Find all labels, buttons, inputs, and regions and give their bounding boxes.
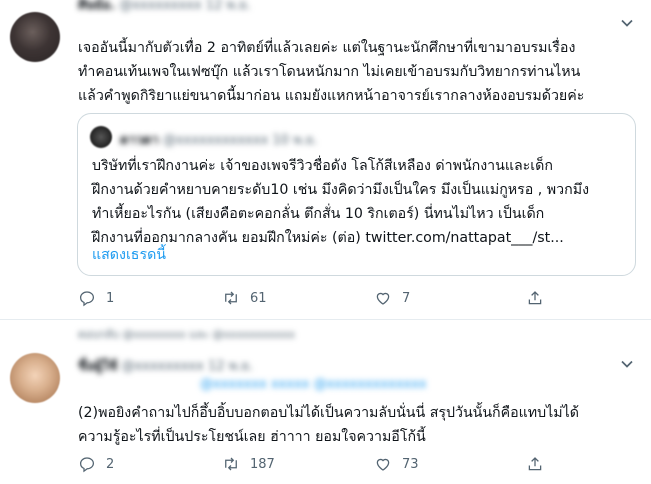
tweet-text-line: ความรู้อะไรที่เป็นประโยชน์เลย ฮ่าาาา ยอม… bbox=[78, 429, 426, 445]
quote-time: 10 พ.ย. bbox=[272, 133, 318, 148]
retweet-count: 61 bbox=[250, 290, 267, 306]
share-icon bbox=[528, 457, 542, 471]
retweet-button[interactable]: 61 bbox=[222, 289, 267, 307]
avatar[interactable] bbox=[10, 12, 60, 62]
replying-to: ตอบกลับ @xxxxxxxx และ @xxxxxxxxxxx bbox=[78, 328, 296, 341]
share-button[interactable] bbox=[526, 289, 544, 307]
mention-line[interactable]: @xxxxxxx xxxxx @xxxxxxxxxxxxx bbox=[200, 377, 427, 392]
like-count: 7 bbox=[402, 290, 411, 306]
quote-text-line[interactable]: ฝึกงานที่ออกมากลางคัน ยอมฝึกใหม่ค่ะ (ต่อ… bbox=[92, 226, 589, 250]
quote-author-header: ดาวดา @xxxxxxxxxxxx 10 พ.ย. bbox=[120, 129, 318, 150]
tweet-text: (2)พอยิงคำถามไปก็อึ้บอิ้บบอกตอบไม่ได้เป็… bbox=[78, 401, 579, 449]
avatar[interactable] bbox=[10, 353, 60, 403]
show-thread-link[interactable]: แสดงเธรดนี้ bbox=[92, 244, 166, 266]
quoted-tweet[interactable]: ดาวดา @xxxxxxxxxxxx 10 พ.ย. บริษัทที่เรา… bbox=[77, 113, 636, 276]
heart-icon bbox=[376, 458, 390, 471]
quote-author-name: ดาวดา bbox=[120, 133, 159, 148]
reply-button[interactable]: 1 bbox=[78, 289, 114, 307]
quote-text-line: ทำเหี้ยอะไรกัน (เสียงคือตะคอกลั่น ตึกสั่… bbox=[92, 206, 545, 222]
author-name[interactable]: ชื่อผู้ใช้ bbox=[78, 359, 117, 374]
author-handle: @xxxxxxxxx bbox=[119, 0, 202, 13]
like-button[interactable]: 7 bbox=[374, 289, 410, 307]
retweet-icon bbox=[225, 457, 237, 471]
retweet-button[interactable]: 187 bbox=[222, 455, 275, 473]
divider bbox=[0, 319, 651, 320]
share-button[interactable] bbox=[526, 455, 544, 473]
quote-author-handle: @xxxxxxxxxxxx bbox=[162, 133, 269, 148]
chevron-down-icon bbox=[621, 19, 633, 27]
tweet-time[interactable]: 12 พ.ย. bbox=[206, 0, 251, 13]
reply-icon bbox=[79, 291, 95, 307]
quote-avatar bbox=[90, 126, 112, 148]
retweet-count: 187 bbox=[250, 456, 275, 472]
author-handle: @xxxxxxxxx bbox=[121, 359, 204, 374]
author-header[interactable]: ศิษย์อ. @xxxxxxxxx 12 พ.ย. bbox=[78, 0, 251, 15]
tweet-text-line: (2)พอยิงคำถามไปก็อึ้บอิ้บบอกตอบไม่ได้เป็… bbox=[78, 405, 579, 421]
tweet[interactable]: ตอบกลับ @xxxxxxxx และ @xxxxxxxxxxx ชื่อผ… bbox=[0, 321, 651, 484]
like-button[interactable]: 73 bbox=[374, 455, 419, 473]
tweet-actions: 2 187 73 bbox=[78, 455, 618, 479]
like-count: 73 bbox=[402, 456, 419, 472]
tweet-text-line: ทำคอนเท้นเพจในเฟซบุ๊ก แล้วเราโดนหนักมาก … bbox=[78, 64, 581, 80]
reply-button[interactable]: 2 bbox=[78, 455, 114, 473]
heart-icon bbox=[376, 292, 390, 305]
tweet-actions: 1 61 7 bbox=[78, 289, 618, 313]
retweet-context: ตอบกลับ @xxxxxxxx และ @xxxxxxxxxxx bbox=[78, 325, 295, 343]
tweet[interactable]: ศิษย์อ. @xxxxxxxxx 12 พ.ย. เจออันนี้มากั… bbox=[0, 0, 651, 320]
more-options-button[interactable] bbox=[620, 16, 634, 33]
share-icon bbox=[528, 291, 542, 305]
retweet-icon bbox=[225, 291, 237, 305]
quote-text-line: ฝึกงานด้วยคำหยาบคายระดับ10 เช่น มึงคิดว่… bbox=[92, 182, 589, 198]
author-name[interactable]: ศิษย์อ. bbox=[78, 0, 115, 13]
more-options-button[interactable] bbox=[620, 357, 634, 374]
quote-text-line: บริษัทที่เราฝึกงานค่ะ เจ้าของเพจรีวิวชื่… bbox=[92, 158, 553, 174]
tweet-text-line: เจออันนี้มากับตัวเทื่อ 2 อาทิตย์ที่แล้วเ… bbox=[78, 40, 576, 56]
quote-text: บริษัทที่เราฝึกงานค่ะ เจ้าของเพจรีวิวชื่… bbox=[92, 154, 589, 250]
reply-count: 1 bbox=[106, 290, 115, 306]
tweet-text-line: แล้วคำพูดกิริยาแย่ขนาดนี้มาก่อน แถมยังแห… bbox=[78, 88, 585, 104]
chevron-down-icon bbox=[621, 360, 633, 368]
reply-count: 2 bbox=[106, 456, 115, 472]
tweet-text: เจออันนี้มากับตัวเทื่อ 2 อาทิตย์ที่แล้วเ… bbox=[78, 36, 584, 108]
author-header[interactable]: ชื่อผู้ใช้ @xxxxxxxxx 12 พ.ย. bbox=[78, 355, 253, 376]
tweet-time[interactable]: 12 พ.ย. bbox=[208, 359, 253, 374]
reply-icon bbox=[79, 457, 95, 473]
mention-text: @xxxxxxx xxxxx @xxxxxxxxxxxxx bbox=[200, 377, 427, 392]
